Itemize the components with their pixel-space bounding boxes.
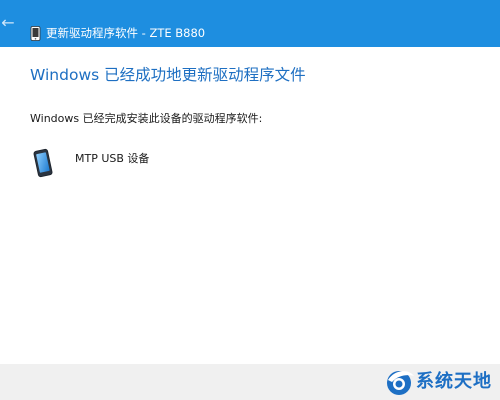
driver-update-window: ← 更新驱动程序软件 - ZTE B880 Windows 已经成功地更新驱动程… — [0, 0, 500, 400]
device-name: MTP USB 设备 — [75, 152, 150, 165]
status-message: Windows 已经完成安装此设备的驱动程序软件: — [30, 112, 263, 125]
window-title: 更新驱动程序软件 - ZTE B880 — [46, 26, 206, 40]
device-item: MTP USB 设备 — [30, 148, 250, 178]
site-logo-icon — [387, 371, 414, 395]
arrow-left-icon: ← — [1, 13, 15, 32]
back-button[interactable]: ← — [0, 12, 16, 34]
title-bar: ← 更新驱动程序软件 - ZTE B880 — [0, 0, 500, 47]
page-heading: Windows 已经成功地更新驱动程序文件 — [30, 66, 306, 84]
watermark: 系统天地 — [384, 364, 496, 400]
mobile-device-icon — [33, 148, 53, 178]
watermark-text: 系统天地 — [416, 371, 492, 392]
phone-device-icon — [30, 26, 41, 41]
